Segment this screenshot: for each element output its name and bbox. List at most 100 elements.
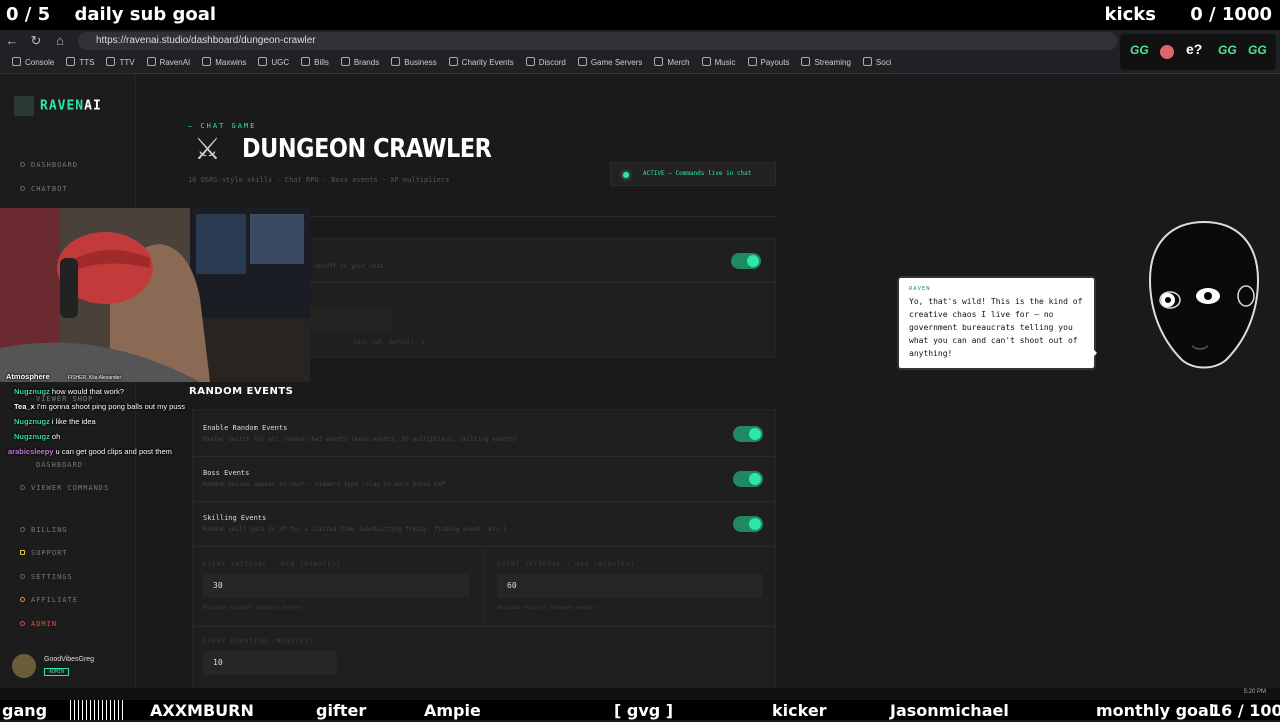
chat-text: i like the idea: [51, 417, 96, 426]
sub-goal-count: 0 / 5: [6, 4, 51, 25]
sidebar-item-admin[interactable]: ADMIN: [20, 620, 57, 628]
raven-speech-bubble: RAVEN Yo, that's wild! This is the kind …: [897, 276, 1097, 370]
bookmark-item[interactable]: TTS: [66, 52, 95, 73]
bookmark-item[interactable]: Game Servers: [577, 52, 643, 73]
setting-row: Skilling Events Random skill gets 2x XP …: [193, 502, 777, 547]
bookmark-item[interactable]: Maxwins: [202, 52, 246, 73]
status-dot-icon: [623, 172, 629, 178]
sidebar-item-dashboard[interactable]: DASHBOARD: [20, 161, 78, 169]
os-taskbar: 5:20 PM: [0, 688, 1280, 700]
page-title: DUNGEON CRAWLER: [242, 134, 492, 164]
home-icon[interactable]: ⌂: [52, 33, 68, 49]
bookmark-label: Game Servers: [590, 58, 643, 67]
bookmark-item[interactable]: Bills: [301, 52, 329, 73]
dot-icon: [20, 186, 25, 191]
chat-text: u can get good clips and post them: [55, 447, 172, 456]
logo[interactable]: RAVENAI: [14, 96, 102, 116]
bookmark-item[interactable]: Merch: [654, 52, 690, 73]
folder-icon: [106, 57, 116, 66]
kicks-count: 0 / 1000: [1190, 4, 1272, 25]
chat-text: how would that work?: [51, 387, 125, 396]
sidebar-item-settings[interactable]: SETTINGS: [20, 573, 73, 581]
emote-widget: GG e? GG GG: [1120, 34, 1276, 70]
chat-message: Nugznugz how would that work?: [14, 387, 124, 396]
bookmark-item[interactable]: Charity Events: [448, 52, 514, 73]
raven-logo-icon: [14, 96, 34, 116]
folder-icon: [701, 57, 711, 66]
bookmark-item[interactable]: Console: [12, 52, 54, 73]
back-icon[interactable]: ←: [4, 33, 20, 49]
dot-icon: [20, 485, 25, 490]
user-name: GoodVibesGreg: [44, 656, 95, 663]
sidebar-item-affiliate[interactable]: AFFILIATE: [20, 596, 78, 604]
duration-input[interactable]: 10: [203, 651, 337, 675]
bookmark-item[interactable]: Streaming: [801, 52, 851, 73]
interval-max-input[interactable]: 60: [497, 574, 763, 598]
chat-message: Nugznugz i like the idea: [14, 417, 96, 426]
support-icon: [20, 550, 25, 555]
setting-label: Enable Random Events: [203, 424, 288, 432]
bookmark-item[interactable]: TTV: [106, 52, 135, 73]
sidebar-item-billing[interactable]: BILLING: [20, 526, 68, 534]
bookmark-label: Brands: [353, 58, 380, 67]
sidebar-item-label: SETTINGS: [31, 573, 73, 581]
duration-label: EVENT DURATION (MINUTES): [203, 638, 314, 645]
emote: e?: [1186, 41, 1203, 57]
chat-username: Nugznugz: [14, 432, 50, 441]
bookmark-label: Merch: [667, 58, 690, 67]
browser-toolbar: ← ↻ ⌂ https://ravenai.studio/dashboard/d…: [0, 30, 1280, 52]
folder-icon: [340, 57, 350, 66]
page-subtitle: 16 OSRS-style skills · Chat RPG · Boss e…: [188, 176, 450, 184]
bookmark-label: Payouts: [760, 58, 790, 67]
stream-overlay-top: 0 / 5 daily sub goal kicks 0 / 1000: [0, 0, 1280, 30]
sidebar-item-viewer-dashboard[interactable]: DASHBOARD: [36, 461, 83, 469]
emote: GG: [1218, 43, 1237, 57]
fire-icon: [20, 597, 25, 602]
sidebar-item-viewer-commands[interactable]: VIEWER COMMANDS: [20, 484, 109, 492]
bookmark-item[interactable]: Soci: [862, 52, 891, 73]
folder-icon: [146, 57, 156, 66]
sidebar-item-support[interactable]: SUPPORT: [20, 549, 68, 557]
random-events-card: Enable Random Events Master switch for a…: [192, 409, 777, 699]
reload-icon[interactable]: ↻: [28, 33, 44, 49]
boss-events-toggle[interactable]: [733, 471, 763, 487]
raven-avatar-face: [1148, 220, 1260, 369]
webcam-feed: [0, 208, 310, 382]
ticker-item: gifter: [316, 701, 367, 720]
section-heading-random-events: RANDOM EVENTS: [189, 386, 294, 397]
chat-text: I'm gonna shoot ping pong balls out my p…: [36, 402, 186, 411]
game-toggle-desc: on/off in your chat: [315, 263, 384, 270]
folder-icon: [202, 57, 212, 66]
bookmark-item[interactable]: Business: [391, 52, 437, 73]
emote-icon: [1160, 45, 1174, 59]
folder-icon: [577, 57, 587, 66]
dot-icon: [20, 527, 25, 532]
bookmark-item[interactable]: RavenAI: [146, 52, 190, 73]
bookmark-label: TTS: [79, 58, 95, 67]
interval-min-input[interactable]: 30: [203, 574, 469, 598]
setting-row: Enable Random Events Master switch for a…: [193, 412, 777, 457]
bookmark-item[interactable]: Payouts: [747, 52, 790, 73]
game-enabled-toggle[interactable]: [731, 253, 761, 269]
folder-icon: [391, 57, 401, 66]
interval-max-hint: Maximum minutes between events: [497, 605, 597, 611]
avatar: [12, 654, 36, 678]
bookmark-item[interactable]: UGC: [258, 52, 289, 73]
address-bar[interactable]: https://ravenai.studio/dashboard/dungeon…: [78, 32, 1118, 50]
folder-icon: [747, 57, 757, 66]
bookmark-item[interactable]: Discord: [525, 52, 566, 73]
bookmark-item[interactable]: Music: [701, 52, 736, 73]
folder-icon: [525, 57, 535, 66]
emote: GG: [1130, 43, 1149, 57]
skilling-events-toggle[interactable]: [733, 516, 763, 532]
page-eyebrow: — CHAT GAME: [188, 122, 257, 130]
chat-text: oh: [51, 432, 61, 441]
emote: GG: [1248, 43, 1267, 57]
sidebar-item-chatbot[interactable]: CHATBOT: [20, 185, 68, 193]
bookmark-label: Bills: [314, 58, 329, 67]
now-playing: FISHER, Kita Alexander: [67, 375, 122, 381]
enable-random-events-toggle[interactable]: [733, 426, 763, 442]
sidebar-item-label: DASHBOARD: [31, 161, 78, 169]
folder-icon: [448, 57, 458, 66]
bookmark-item[interactable]: Brands: [340, 52, 380, 73]
